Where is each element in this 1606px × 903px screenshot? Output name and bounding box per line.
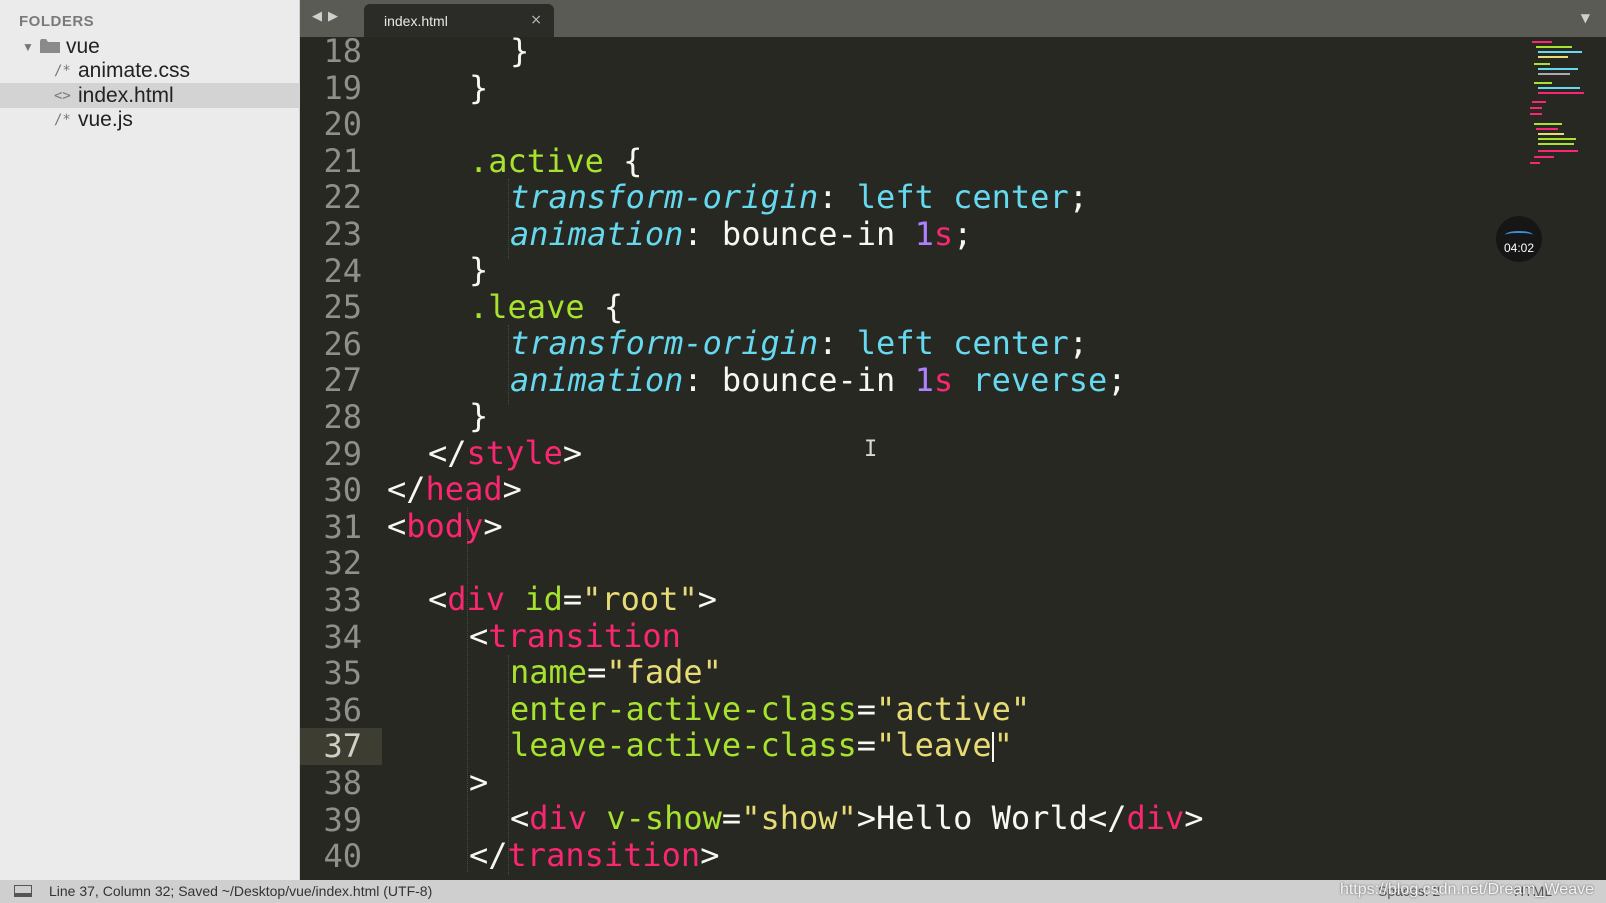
line-number: 21: [323, 141, 362, 180]
line-number: 36: [323, 690, 362, 729]
indent-guide: [467, 507, 469, 872]
file-name: index.html: [78, 83, 174, 107]
line-number: 18: [323, 37, 362, 70]
arrow-right-icon[interactable]: ▶: [328, 9, 344, 24]
minimap-line: [1530, 162, 1540, 164]
file-item-animate-css[interactable]: /* animate.css: [0, 58, 300, 83]
tab-title: index.html: [384, 13, 448, 29]
minimap-line: [1534, 123, 1562, 125]
code-line-30: </head>: [387, 470, 522, 508]
code-line-31: <body>: [387, 507, 503, 545]
line-number: 34: [323, 617, 362, 656]
code-line-40: </transition>: [469, 836, 720, 874]
line-number: 25: [323, 288, 362, 327]
minimap-line: [1538, 133, 1564, 135]
watermark: https://blog.csdn.net/Dream_Weave: [1339, 881, 1594, 898]
minimap-line: [1536, 46, 1572, 48]
line-number: 28: [323, 398, 362, 436]
code-line-33: <div id="root">: [428, 580, 717, 618]
folder-name: vue: [66, 34, 100, 58]
code-line-38: >: [469, 763, 489, 801]
minimap-line: [1530, 107, 1542, 109]
sidebar: FOLDERS ▼ vue /* animate.css <> index.ht…: [0, 0, 300, 880]
line-number: 40: [323, 837, 362, 876]
code-line-34: <transition: [469, 617, 681, 655]
minimap-line: [1538, 51, 1582, 53]
line-number: 27: [323, 361, 362, 400]
minimap-line: [1534, 156, 1554, 158]
status-bar: Line 37, Column 32; Saved ~/Desktop/vue/…: [0, 880, 1606, 903]
code-line-26: transform-origin: left center;: [510, 324, 1088, 362]
code-line-39: <div v-show="show">Hello World</div>: [510, 799, 1204, 837]
line-number: 31: [323, 507, 362, 546]
line-number: 32: [323, 544, 362, 583]
arrow-left-icon[interactable]: ◀: [312, 9, 328, 24]
line-number: 37: [323, 727, 362, 766]
code-line-24: }: [469, 251, 489, 289]
timer-badge: 04:02: [1496, 216, 1542, 262]
code-line-25: .leave {: [469, 288, 624, 326]
minimap-line: [1530, 113, 1542, 115]
folders-header: FOLDERS: [19, 13, 95, 30]
minimap[interactable]: [1528, 37, 1590, 167]
chevron-down-icon[interactable]: ▼: [22, 40, 34, 54]
line-number: 23: [323, 215, 362, 253]
line-number: 29: [323, 434, 362, 473]
minimap-line: [1536, 128, 1558, 130]
code-line-35: name="fade": [510, 653, 722, 691]
code-file-icon: <>: [54, 87, 71, 104]
line-number: 38: [323, 764, 362, 802]
mouse-ibeam-icon: I: [864, 437, 878, 462]
minimap-line: [1538, 92, 1584, 94]
line-number: 30: [323, 471, 362, 510]
close-icon[interactable]: ×: [530, 12, 542, 28]
minimap-line: [1532, 101, 1546, 103]
minimap-line: [1534, 63, 1550, 65]
status-text: Line 37, Column 32; Saved ~/Desktop/vue/…: [49, 883, 433, 899]
minimap-line: [1538, 87, 1580, 89]
line-number: 39: [323, 800, 362, 839]
line-number: 19: [323, 68, 362, 107]
comment-file-icon: /*: [54, 62, 71, 79]
code-line-18: }: [510, 37, 530, 70]
line-number: 26: [323, 324, 362, 363]
code-line-28: }: [469, 397, 489, 435]
minimap-line: [1538, 73, 1570, 75]
code-line-27: animation: bounce-in 1s reverse;: [510, 361, 1127, 399]
minimap-line: [1538, 150, 1578, 152]
tab-bar: ◀▶ index.html × ▼: [300, 0, 1606, 37]
file-item-vue-js[interactable]: /* vue.js: [0, 107, 300, 132]
file-name: vue.js: [78, 107, 133, 131]
code-line-36: enter-active-class="active": [510, 690, 1031, 728]
code-line-23: animation: bounce-in 1s;: [510, 215, 973, 253]
minimap-line: [1534, 82, 1552, 84]
minimap-line: [1538, 138, 1576, 140]
code-editor[interactable]: 18 19 20 21 22 23 24 25 26 27 28 29 30 31 32 33 34 35 36 37…: [300, 37, 1606, 880]
line-number: 22: [323, 178, 362, 217]
code-line-37: leave-active-class="leave": [510, 726, 1013, 764]
line-number: 33: [323, 581, 362, 619]
code-line-21: .active {: [469, 142, 643, 180]
comment-file-icon: /*: [54, 111, 71, 128]
tab-index-html[interactable]: index.html ×: [364, 4, 554, 37]
folder-icon: [40, 39, 60, 53]
minimap-line: [1532, 41, 1552, 43]
code-line-19: }: [469, 69, 489, 107]
line-number: 35: [323, 654, 362, 693]
file-item-index-html[interactable]: <> index.html: [0, 83, 300, 108]
minimap-line: [1538, 68, 1578, 70]
line-number: 24: [323, 251, 362, 290]
folder-vue[interactable]: ▼ vue: [0, 34, 300, 59]
minimap-line: [1538, 56, 1568, 58]
panel-toggle-icon[interactable]: [14, 885, 32, 897]
line-number: 20: [323, 105, 362, 144]
minimap-line: [1538, 143, 1574, 145]
tab-menu-icon[interactable]: ▼: [1581, 11, 1590, 25]
code-line-22: transform-origin: left center;: [510, 178, 1088, 216]
nav-arrows[interactable]: ◀▶: [312, 9, 344, 24]
file-name: animate.css: [78, 58, 191, 82]
code-line-29: </style>: [428, 434, 583, 472]
